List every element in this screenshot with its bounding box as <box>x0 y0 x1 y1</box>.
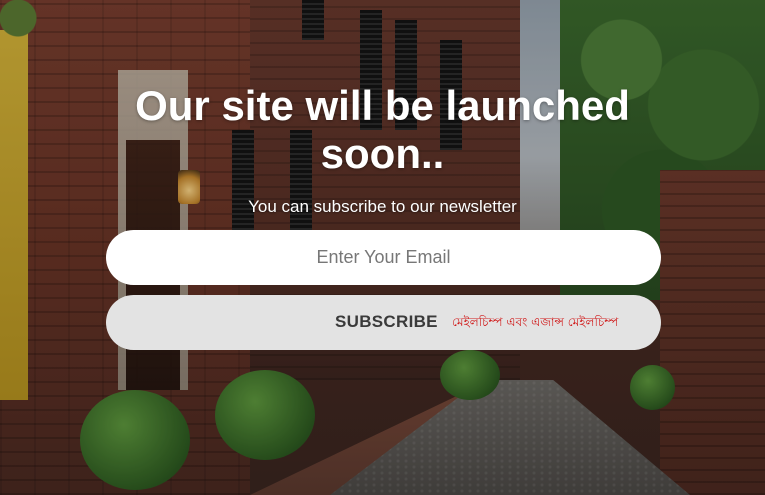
subscribe-button[interactable]: SUBSCRIBE মেইলচিম্প এবং এজান্স মেইলচিম্প <box>106 295 661 350</box>
mailchimp-note: মেইলচিম্প এবং এজান্স মেইলচিম্প <box>452 315 619 329</box>
coming-soon-section: Our site will be launched soon.. You can… <box>0 0 765 495</box>
newsletter-subtitle: You can subscribe to our newsletter <box>248 197 517 216</box>
subscribe-button-label: SUBSCRIBE <box>335 312 438 331</box>
page-title: Our site will be launched soon.. <box>135 82 630 177</box>
email-input[interactable] <box>106 230 661 285</box>
